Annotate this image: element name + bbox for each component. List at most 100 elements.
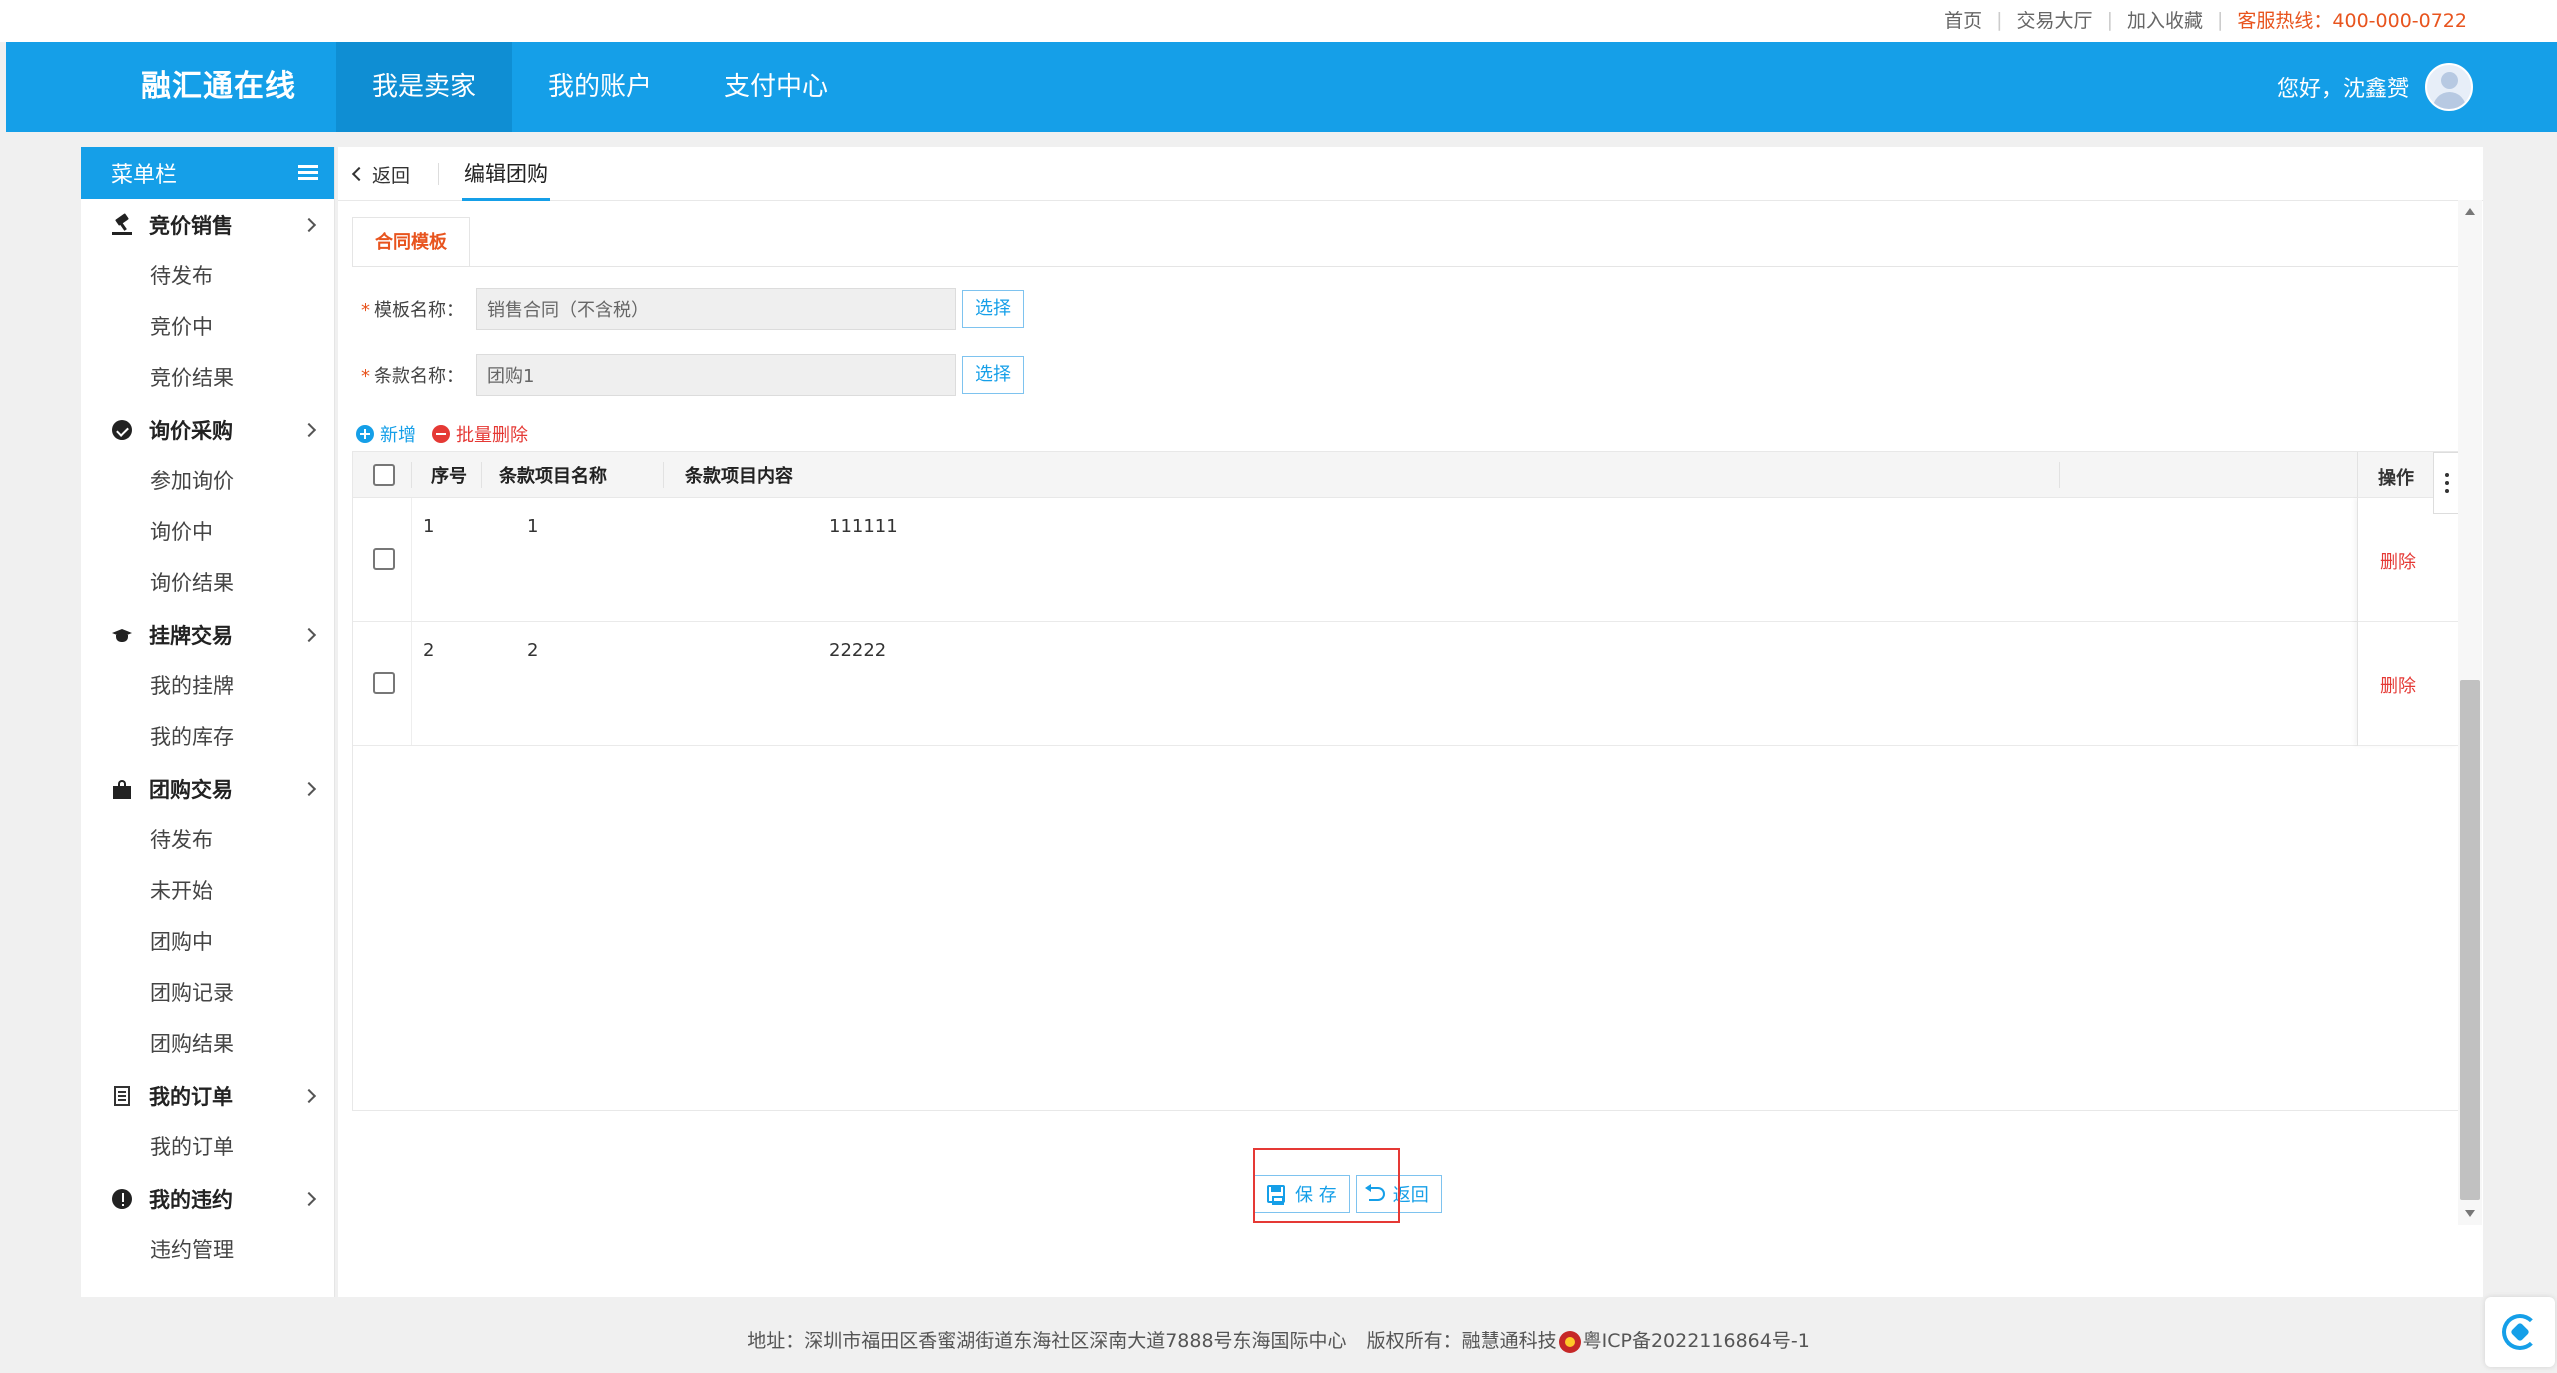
- divider: [438, 163, 439, 185]
- footer-address: 地址：深圳市福田区香蜜湖街道东海社区深南大道7888号东海国际中心: [747, 1330, 1347, 1352]
- sidebar-item[interactable]: 询价中: [81, 507, 334, 558]
- clause-row: *条款名称： 选择: [338, 353, 1024, 397]
- header-seq: 序号: [431, 465, 467, 487]
- avatar[interactable]: [2425, 63, 2473, 111]
- gavel-icon: [111, 213, 133, 236]
- document-icon: [111, 1085, 133, 1107]
- sidebar-group-orders[interactable]: 我的订单: [81, 1070, 334, 1122]
- row-content: 111111: [829, 516, 898, 537]
- sidebar-item[interactable]: 我的库存: [81, 712, 334, 763]
- sidebar-group-inquiry[interactable]: 询价采购: [81, 404, 334, 456]
- sidebar-item[interactable]: 竞价中: [81, 302, 334, 353]
- sidebar-item[interactable]: 我的挂牌: [81, 661, 334, 712]
- table-header: 序号 条款项目名称 条款项目内容: [353, 452, 2459, 498]
- main-nav: 我是卖家 我的账户 支付中心: [336, 42, 864, 132]
- sidebar-item[interactable]: 竞价结果: [81, 353, 334, 404]
- sidebar-item[interactable]: 团购结果: [81, 1019, 334, 1070]
- row-delete-link[interactable]: 删除: [2380, 672, 2416, 698]
- clause-table: 序号 条款项目名称 条款项目内容 1 1 111111 2 2 22222 删除: [352, 451, 2460, 1111]
- exclamation-circle-icon: [111, 1188, 133, 1210]
- row-checkbox[interactable]: [373, 548, 395, 570]
- chevron-right-icon: [301, 1088, 317, 1104]
- sidebar-title: 菜单栏: [111, 163, 178, 188]
- sidebar-group-label: 竞价销售: [149, 214, 233, 238]
- trading-hall-link[interactable]: 交易大厅: [2003, 6, 2107, 33]
- batch-delete-button[interactable]: 批量删除: [432, 421, 528, 447]
- clause-name-input[interactable]: [476, 354, 956, 396]
- scroll-down-icon[interactable]: [2465, 1210, 2475, 1217]
- choose-clause-button[interactable]: 选择: [962, 356, 1024, 394]
- scrollbar-thumb[interactable]: [2460, 680, 2480, 1200]
- template-label: * 模板名称：: [361, 300, 464, 321]
- sidebar-item[interactable]: 询价结果: [81, 558, 334, 609]
- sidebar-item[interactable]: 参加询价: [81, 456, 334, 507]
- add-label: 新增: [380, 425, 416, 446]
- footer-icp[interactable]: 粤ICP备2022116864号-1: [1583, 1330, 1810, 1352]
- sidebar: 菜单栏 竞价销售 待发布 竞价中 竞价结果 询价采购 参加询价 询价中 询价结果…: [81, 147, 335, 1297]
- template-name-input[interactable]: [476, 288, 956, 330]
- row-name: 2: [527, 640, 539, 661]
- column-menu-icon[interactable]: [2433, 452, 2459, 514]
- ops-column: 删除 删除: [2357, 498, 2459, 746]
- choose-template-button[interactable]: 选择: [962, 290, 1024, 328]
- row-delete-link[interactable]: 删除: [2380, 548, 2416, 574]
- home-link[interactable]: 首页: [1930, 6, 1996, 33]
- sidebar-item[interactable]: 团购中: [81, 917, 334, 968]
- row-content: 22222: [829, 640, 887, 661]
- return-label: 返回: [1392, 1185, 1429, 1206]
- content-scrollbar[interactable]: [2458, 200, 2482, 1225]
- sidebar-header: 菜单栏: [81, 147, 334, 199]
- nav-payment[interactable]: 支付中心: [688, 42, 864, 132]
- table-toolbar: 新增 批量删除: [356, 419, 528, 449]
- sidebar-group-listing[interactable]: 挂牌交易: [81, 609, 334, 661]
- sidebar-item[interactable]: 待发布: [81, 251, 334, 302]
- top-links: 首页 | 交易大厅 | 加入收藏 | 客服热线：400-000-0722: [1930, 6, 2467, 33]
- back-link[interactable]: 返回: [351, 147, 410, 201]
- tab-contract-template[interactable]: 合同模板: [352, 217, 470, 267]
- sidebar-group-label: 我的违约: [149, 1188, 233, 1212]
- return-button[interactable]: 返回: [1355, 1175, 1442, 1213]
- chevron-right-icon: [301, 627, 317, 643]
- table-row: 1 1 111111: [353, 498, 2459, 622]
- sidebar-item[interactable]: 违约管理: [81, 1225, 334, 1276]
- row-name: 1: [527, 516, 539, 537]
- hamburger-icon[interactable]: [298, 165, 318, 181]
- sidebar-group-auction[interactable]: 竞价销售: [81, 199, 334, 251]
- shopping-bag-icon: [111, 778, 133, 800]
- graduation-cap-icon: [111, 624, 133, 646]
- chevron-right-icon: [301, 217, 317, 233]
- chevron-right-icon: [301, 1191, 317, 1207]
- tab-edit-groupbuy[interactable]: 编辑团购: [462, 147, 550, 201]
- footer-copyright: 版权所有：融慧通科技: [1366, 1330, 1557, 1352]
- check-circle-icon: [111, 419, 133, 441]
- sidebar-item[interactable]: 待发布: [81, 815, 334, 866]
- sidebar-group-label: 询价采购: [149, 419, 233, 443]
- sidebar-item[interactable]: 我的订单: [81, 1122, 334, 1173]
- site-logo[interactable]: 融汇通在线: [141, 42, 296, 132]
- clause-label: * 条款名称：: [361, 366, 464, 387]
- template-row: *模板名称： 选择: [338, 287, 1024, 331]
- customer-service-button[interactable]: [2485, 1297, 2555, 1367]
- floppy-disk-icon: [1267, 1185, 1285, 1205]
- user-area[interactable]: 您好，沈鑫赟: [2277, 42, 2473, 132]
- save-button[interactable]: 保 存: [1254, 1175, 1350, 1213]
- sidebar-group-groupbuy[interactable]: 团购交易: [81, 763, 334, 815]
- row-seq: 1: [423, 516, 435, 537]
- sidebar-group-label: 挂牌交易: [149, 624, 233, 648]
- add-favorite-link[interactable]: 加入收藏: [2113, 6, 2217, 33]
- nav-seller[interactable]: 我是卖家: [336, 42, 513, 132]
- select-all-checkbox[interactable]: [373, 463, 395, 486]
- scroll-up-icon[interactable]: [2465, 208, 2475, 215]
- sidebar-item[interactable]: 团购记录: [81, 968, 334, 1019]
- nav-account[interactable]: 我的账户: [512, 42, 688, 132]
- add-button[interactable]: 新增: [356, 421, 416, 447]
- chevron-right-icon: [301, 422, 317, 438]
- top-utility-bar: 首页 | 交易大厅 | 加入收藏 | 客服热线：400-000-0722: [0, 0, 2557, 42]
- minus-circle-icon: [432, 425, 450, 443]
- sidebar-item[interactable]: 未开始: [81, 866, 334, 917]
- sidebar-group-breach[interactable]: 我的违约: [81, 1173, 334, 1225]
- row-checkbox[interactable]: [373, 672, 395, 694]
- main-header: 融汇通在线 我是卖家 我的账户 支付中心 您好，沈鑫赟: [6, 42, 2557, 132]
- select-all-cell: [373, 452, 395, 497]
- save-label: 保 存: [1295, 1185, 1337, 1206]
